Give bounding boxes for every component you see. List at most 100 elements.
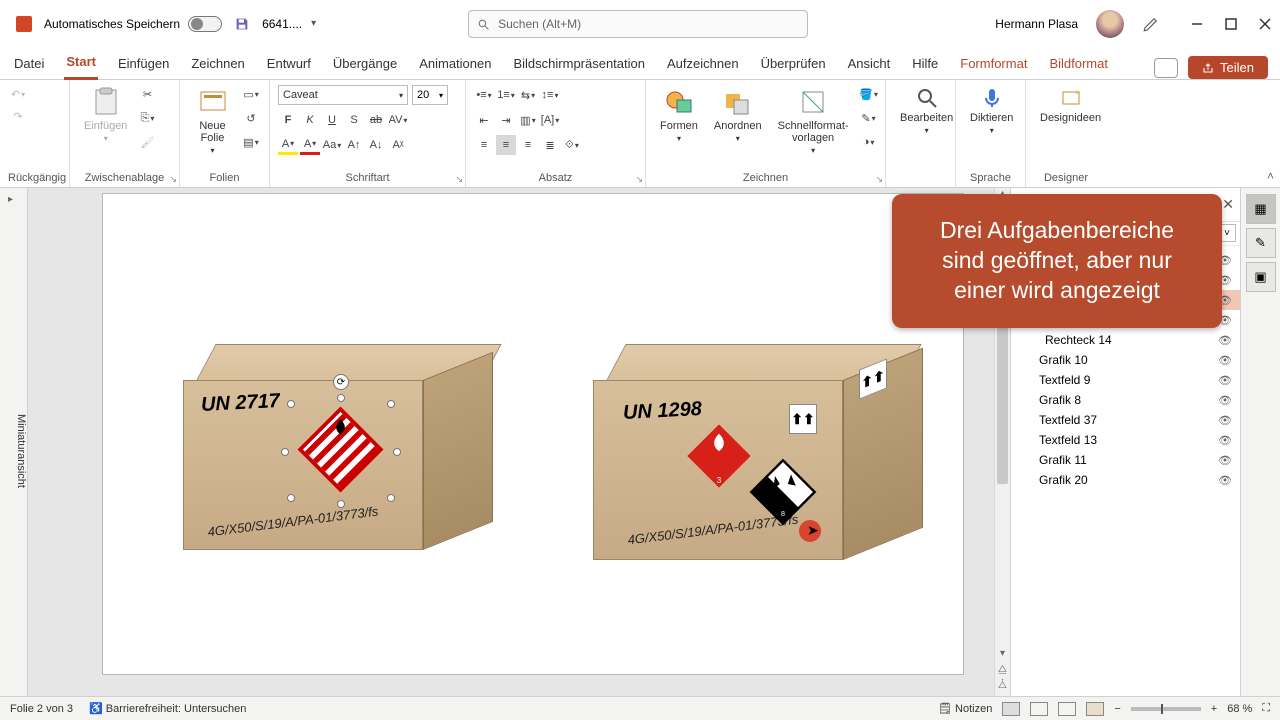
- tab-start[interactable]: Start: [64, 48, 98, 80]
- pen-icon[interactable]: [1142, 15, 1160, 33]
- expand-thumbnails-icon[interactable]: ▸: [8, 194, 13, 205]
- linespacing-button[interactable]: ↕≡▾: [540, 85, 560, 105]
- arrange-button[interactable]: Anordnen▾: [708, 84, 768, 145]
- document-title[interactable]: 6641....: [262, 17, 316, 31]
- save-icon[interactable]: [234, 16, 250, 32]
- slide-area[interactable]: UN 2717 4G/X50/S/19/A/PA-01/3773/fs ⟳: [28, 188, 994, 696]
- highlight-button[interactable]: A▾: [278, 135, 298, 155]
- hazard-stripes-icon[interactable]: [293, 402, 388, 497]
- shapeoutline-button[interactable]: ✎▾: [859, 108, 879, 128]
- selection-item[interactable]: Textfeld 13👁: [1011, 430, 1240, 450]
- strike-button[interactable]: ab: [366, 110, 386, 130]
- tab-entwurf[interactable]: Entwurf: [265, 50, 313, 79]
- tab-formformat[interactable]: Formformat: [958, 50, 1029, 79]
- selection-item[interactable]: Rechteck 14👁: [1011, 330, 1240, 350]
- smartart-button[interactable]: ⟐▾: [562, 135, 582, 155]
- tab-hilfe[interactable]: Hilfe: [910, 50, 940, 79]
- shapeeffects-button[interactable]: ◑▾: [859, 132, 879, 152]
- selection-item[interactable]: Grafik 8👁: [1011, 390, 1240, 410]
- layout-button[interactable]: ▭▾: [241, 84, 261, 104]
- sel-handle[interactable]: [287, 400, 295, 408]
- shadow-button[interactable]: S: [344, 110, 364, 130]
- zoom-slider[interactable]: [1131, 707, 1201, 711]
- view-slideshow[interactable]: [1086, 702, 1104, 716]
- quickstyles-button[interactable]: Schnellformat- vorlagen▾: [772, 84, 855, 157]
- selection-item[interactable]: Textfeld 37👁: [1011, 410, 1240, 430]
- slide-canvas[interactable]: UN 2717 4G/X50/S/19/A/PA-01/3773/fs ⟳: [103, 194, 963, 674]
- minimize-button[interactable]: [1190, 17, 1204, 31]
- selection-item[interactable]: Grafik 20👁: [1011, 470, 1240, 490]
- growfont-button[interactable]: A↑: [344, 135, 364, 155]
- shapes-button[interactable]: Formen▾: [654, 84, 704, 145]
- designideas-button[interactable]: Designideen: [1034, 84, 1107, 126]
- sel-handle[interactable]: [387, 494, 395, 502]
- sel-handle[interactable]: [281, 448, 289, 456]
- zoom-out[interactable]: −: [1114, 703, 1120, 715]
- tab-einfuegen[interactable]: Einfügen: [116, 50, 171, 79]
- sel-handle[interactable]: [337, 394, 345, 402]
- align-center[interactable]: ≡: [496, 135, 516, 155]
- italic-button[interactable]: K: [300, 110, 320, 130]
- view-sorter[interactable]: [1030, 702, 1048, 716]
- cut-button[interactable]: ✂: [137, 84, 157, 104]
- search-box[interactable]: Suchen (Alt+M): [468, 10, 808, 38]
- tab-aufzeichnen[interactable]: Aufzeichnen: [665, 50, 741, 79]
- pane-close-button[interactable]: ✕: [1222, 196, 1234, 213]
- undo-button[interactable]: ↶▾: [8, 84, 28, 104]
- font-size[interactable]: 20▾: [412, 85, 448, 105]
- align-right[interactable]: ≡: [518, 135, 538, 155]
- section-button[interactable]: ▤▾: [241, 132, 261, 152]
- collapse-ribbon[interactable]: ˄: [1267, 169, 1274, 183]
- charspacing-button[interactable]: AV▾: [388, 110, 408, 130]
- sel-handle[interactable]: [287, 494, 295, 502]
- redo-button[interactable]: ↷: [8, 106, 28, 126]
- columns-button[interactable]: ▥▾: [518, 110, 538, 130]
- editing-button[interactable]: Bearbeiten▾: [894, 84, 959, 137]
- comments-button[interactable]: [1154, 58, 1178, 78]
- sel-handle[interactable]: [387, 400, 395, 408]
- tab-bildformat[interactable]: Bildformat: [1047, 50, 1110, 79]
- tab-uebergaenge[interactable]: Übergänge: [331, 50, 399, 79]
- user-avatar[interactable]: [1096, 10, 1124, 38]
- bold-button[interactable]: F: [278, 110, 298, 130]
- dictate-button[interactable]: Diktieren▾: [964, 84, 1019, 137]
- paste-button[interactable]: Einfügen▾: [78, 84, 133, 145]
- fontcolor-button[interactable]: A▾: [300, 135, 320, 155]
- textdir-button[interactable]: [A]▾: [540, 110, 560, 130]
- share-button[interactable]: Teilen: [1188, 56, 1268, 79]
- slide-counter[interactable]: Folie 2 von 3: [10, 703, 73, 715]
- selection-item[interactable]: Grafik 11👁: [1011, 450, 1240, 470]
- changecase-button[interactable]: Aa▾: [322, 135, 342, 155]
- sel-handle[interactable]: [337, 500, 345, 508]
- notes-button[interactable]: 🗒 Notizen: [938, 702, 992, 715]
- maximize-button[interactable]: [1224, 17, 1238, 31]
- align-justify[interactable]: ≣: [540, 135, 560, 155]
- bullets-button[interactable]: •≡▾: [474, 85, 494, 105]
- listlevel-button[interactable]: ⇆▾: [518, 85, 538, 105]
- taskpane-tile-2[interactable]: ✎: [1246, 228, 1276, 258]
- tab-animationen[interactable]: Animationen: [417, 50, 493, 79]
- align-left[interactable]: ≡: [474, 135, 494, 155]
- outdent-button[interactable]: ⇤: [474, 110, 494, 130]
- close-button[interactable]: [1258, 17, 1272, 31]
- clearformat-button[interactable]: Aᵡ: [388, 135, 408, 155]
- numbering-button[interactable]: 1≡▾: [496, 85, 516, 105]
- selection-item[interactable]: Grafik 10👁: [1011, 350, 1240, 370]
- a11y-status[interactable]: ♿ Barrierefreiheit: Untersuchen: [89, 702, 246, 715]
- tab-datei[interactable]: Datei: [12, 50, 46, 79]
- thumbnail-rail[interactable]: ▸ Miniaturansicht: [0, 188, 28, 696]
- font-name[interactable]: Caveat▾: [278, 85, 408, 105]
- new-slide-button[interactable]: Neue Folie▾: [188, 84, 237, 157]
- autosave-toggle[interactable]: [188, 16, 222, 32]
- tab-zeichnen[interactable]: Zeichnen: [189, 50, 246, 79]
- rotation-handle[interactable]: ⟳: [333, 374, 349, 390]
- copy-button[interactable]: ⎘▾: [137, 108, 157, 128]
- view-normal[interactable]: [1002, 702, 1020, 716]
- sel-handle[interactable]: [393, 448, 401, 456]
- tab-ueberpruefen[interactable]: Überprüfen: [759, 50, 828, 79]
- zoom-in[interactable]: +: [1211, 703, 1217, 715]
- fit-to-window[interactable]: ⛶: [1262, 702, 1270, 715]
- underline-button[interactable]: U: [322, 110, 342, 130]
- selection-item[interactable]: Textfeld 9👁: [1011, 370, 1240, 390]
- shapefill-button[interactable]: 🪣▾: [859, 84, 879, 104]
